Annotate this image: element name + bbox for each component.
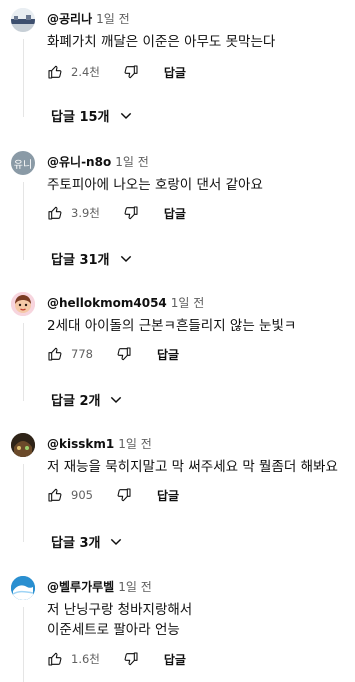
replies-label: 답글 31개 <box>51 253 110 268</box>
dislike-button[interactable] <box>123 651 139 667</box>
avatar-face-image <box>11 292 35 316</box>
comment-time[interactable]: 1일 전 <box>115 155 149 169</box>
comment-text-line: 저 재능을 묵히지말고 막 써주세요 막 뭘좀더 해봐요 <box>47 459 338 475</box>
thumbs-up-icon <box>48 65 62 79</box>
comment-text-line: 2세대 아이돌의 근본ㅋ흔들리지 않는 눈빛ㅋ <box>47 318 297 334</box>
thread-line <box>23 39 24 117</box>
thumbs-down-icon <box>117 347 131 361</box>
like-count: 905 <box>71 488 93 502</box>
comment-header: @유니-n8o 1일 전 <box>47 154 149 170</box>
view-replies-button[interactable]: 답글 3개 <box>51 532 124 551</box>
comment-text-line: 이준세트로 팔아라 언능 <box>47 622 180 638</box>
view-replies-button[interactable]: 답글 31개 <box>51 249 134 268</box>
chevron-down-icon <box>120 255 131 262</box>
reply-button[interactable]: 답글 <box>164 651 186 668</box>
comment-header: @kisskm1 1일 전 <box>47 436 152 452</box>
comment-time[interactable]: 1일 전 <box>171 296 205 310</box>
replies-label: 답글 15개 <box>51 110 110 125</box>
comment-time[interactable]: 1일 전 <box>118 437 152 451</box>
like-count: 3.9천 <box>71 206 100 220</box>
comment-actions: 778 답글 <box>47 344 179 364</box>
dislike-button[interactable] <box>123 64 139 80</box>
dislike-button[interactable] <box>116 487 132 503</box>
reply-button[interactable]: 답글 <box>164 205 186 222</box>
view-replies-button[interactable]: 답글 15개 <box>51 106 134 125</box>
author-name[interactable]: @kisskm1 <box>47 437 114 451</box>
comment-time[interactable]: 1일 전 <box>118 580 152 594</box>
comment-actions: 905 답글 <box>47 485 179 505</box>
author-name[interactable]: @벨루가루벨 <box>47 580 114 594</box>
like-count: 778 <box>71 347 93 361</box>
comment-text: 저 재능을 묵히지말고 막 써주세요 막 뭘좀더 해봐요 <box>47 457 338 477</box>
like-count: 1.6천 <box>71 652 100 666</box>
comment-time[interactable]: 1일 전 <box>96 12 130 26</box>
chevron-down-icon <box>111 538 122 545</box>
avatar[interactable] <box>11 576 35 600</box>
comment-text-line: 화폐가치 깨달은 이준은 아무도 못막는다 <box>47 34 276 50</box>
avatar-dark-image <box>11 433 35 457</box>
comment-text: 저 난닝구랑 청바지랑해서 이준세트로 팔아라 언능 <box>47 600 192 640</box>
reply-button[interactable]: 답글 <box>157 346 179 363</box>
reply-button[interactable]: 답글 <box>157 487 179 504</box>
thumbs-up-icon <box>48 206 62 220</box>
dislike-button[interactable] <box>123 205 139 221</box>
comment-text: 주토피아에 나오는 호랑이 댄서 같아요 <box>47 175 263 195</box>
view-replies-button[interactable]: 답글 2개 <box>51 390 124 409</box>
comment-actions: 1.6천 답글 <box>47 649 186 669</box>
avatar-landscape-image <box>11 8 35 32</box>
avatar[interactable]: 유니 <box>11 151 35 175</box>
comment-text-line: 저 난닝구랑 청바지랑해서 <box>47 602 193 618</box>
avatar[interactable] <box>11 8 35 32</box>
like-button[interactable]: 2.4천 <box>47 64 100 80</box>
comment-actions: 3.9천 답글 <box>47 203 186 223</box>
replies-label: 답글 3개 <box>51 536 101 551</box>
comment-actions: 2.4천 답글 <box>47 62 186 82</box>
comment-text: 2세대 아이돌의 근본ㅋ흔들리지 않는 눈빛ㅋ <box>47 316 296 336</box>
thumbs-up-icon <box>48 652 62 666</box>
avatar-wave-image <box>11 576 35 600</box>
thumbs-down-icon <box>124 652 138 666</box>
thread-line <box>23 607 24 682</box>
like-button[interactable]: 778 <box>47 346 93 362</box>
avatar[interactable] <box>11 292 35 316</box>
comment-header: @hellokmom4054 1일 전 <box>47 295 204 311</box>
comment-text-line: 주토피아에 나오는 호랑이 댄서 같아요 <box>47 177 263 193</box>
comment-text: 화폐가치 깨달은 이준은 아무도 못막는다 <box>47 32 275 52</box>
thread-line <box>23 182 24 260</box>
author-name[interactable]: @hellokmom4054 <box>47 296 167 310</box>
reply-button[interactable]: 답글 <box>164 64 186 81</box>
thread-line <box>23 464 24 542</box>
author-name[interactable]: @공리나 <box>47 12 92 26</box>
like-button[interactable]: 3.9천 <box>47 205 100 221</box>
like-count: 2.4천 <box>71 65 100 79</box>
thumbs-down-icon <box>124 65 138 79</box>
thumbs-down-icon <box>117 488 131 502</box>
thread-line <box>23 323 24 401</box>
chevron-down-icon <box>120 112 131 119</box>
like-button[interactable]: 905 <box>47 487 93 503</box>
replies-label: 답글 2개 <box>51 394 101 409</box>
thumbs-down-icon <box>124 206 138 220</box>
avatar-initials: 유니 <box>13 159 33 171</box>
comment-header: @벨루가루벨 1일 전 <box>47 579 152 595</box>
dislike-button[interactable] <box>116 346 132 362</box>
author-name[interactable]: @유니-n8o <box>47 155 111 169</box>
like-button[interactable]: 1.6천 <box>47 651 100 667</box>
thumbs-up-icon <box>48 488 62 502</box>
avatar[interactable] <box>11 433 35 457</box>
comment-header: @공리나 1일 전 <box>47 11 130 27</box>
thumbs-up-icon <box>48 347 62 361</box>
chevron-down-icon <box>111 396 122 403</box>
